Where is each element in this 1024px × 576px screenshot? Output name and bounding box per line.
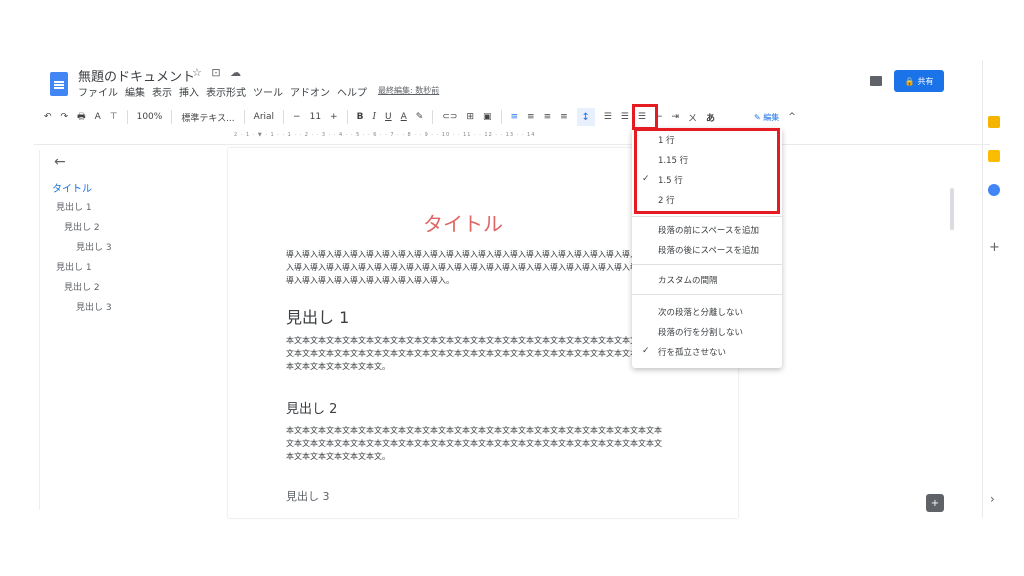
share-button[interactable]: 🔒 共有	[894, 70, 944, 92]
menu-format[interactable]: 表示形式	[206, 84, 246, 99]
divider	[126, 110, 128, 124]
outline-item-h1[interactable]: 見出し 1	[56, 260, 92, 273]
underline-button[interactable]: U	[385, 112, 392, 122]
font-size-decrease-button[interactable]: −	[293, 112, 301, 122]
divider	[632, 294, 782, 295]
toolbar: ↶ ↷ 🖶 A ⊤ 100% 標準テキス... Arial − 11 + B I…	[44, 106, 964, 128]
menu-view[interactable]: 表示	[152, 84, 172, 99]
heading-1: 見出し 1	[286, 308, 350, 327]
bold-button[interactable]: B	[357, 112, 364, 122]
body-paragraph: 本文本文本文本文本文本文本文本文本文本文本文本文本文本文本文本文本文本文本文本文…	[286, 426, 662, 461]
undo-icon[interactable]: ↶	[44, 112, 52, 122]
body-paragraph: 本文本文本文本文本文本文本文本文本文本文本文本文本文本文本文本文本文本文本文本文…	[286, 336, 662, 371]
side-panel-divider	[982, 60, 983, 518]
outline-item-h3[interactable]: 見出し 3	[76, 300, 112, 313]
input-tools-button[interactable]: あ	[706, 111, 715, 124]
menu-addons[interactable]: アドオン	[290, 84, 330, 99]
menu-item-add-space-before[interactable]: 段落の前にスペースを追加	[658, 224, 759, 236]
highlight-box-options	[634, 128, 780, 214]
font-select[interactable]: Arial	[254, 112, 274, 122]
explore-button[interactable]: +	[926, 494, 944, 512]
redo-icon[interactable]: ↷	[61, 112, 69, 122]
last-edit-link[interactable]: 最終編集: 数秒前	[378, 84, 439, 99]
insert-image-icon[interactable]: ▣	[483, 112, 492, 122]
print-icon[interactable]: 🖶	[77, 109, 86, 125]
line-spacing-button[interactable]: ↕	[576, 108, 595, 126]
add-on-plus-icon[interactable]: +	[989, 240, 1000, 255]
menu-help[interactable]: ヘルプ	[337, 84, 367, 99]
menu-item-custom-spacing[interactable]: カスタムの間隔	[658, 274, 718, 286]
menu-item-add-space-after[interactable]: 段落の後にスペースを追加	[658, 244, 759, 256]
horizontal-ruler[interactable]: 2 · 1 · ▼ · 1 · · 1 · · 2 · · 3 · · 4 · …	[234, 132, 644, 140]
comment-history-icon[interactable]	[870, 76, 882, 86]
menu-bar: ファイル 編集 表示 挿入 表示形式 ツール アドオン ヘルプ 最終編集: 数秒…	[78, 84, 439, 99]
chevron-right-icon[interactable]: ›	[990, 492, 995, 506]
share-label: 共有	[917, 76, 934, 86]
paint-format-icon[interactable]: ⊤	[110, 112, 118, 122]
divider	[432, 110, 434, 124]
doc-title-text: タイトル	[423, 212, 503, 236]
menu-file[interactable]: ファイル	[78, 84, 118, 99]
tasks-icon[interactable]	[988, 184, 1000, 196]
lock-icon: 🔒	[904, 76, 915, 86]
divider	[34, 144, 990, 145]
checklist-icon[interactable]: ☰	[604, 112, 612, 122]
check-icon: ✓	[642, 346, 650, 356]
menu-item-keep-lines-together[interactable]: 段落の行を分割しない	[658, 326, 743, 338]
back-arrow-icon[interactable]: ←	[54, 154, 66, 170]
divider	[632, 216, 782, 217]
font-size-increase-button[interactable]: +	[330, 112, 338, 122]
document-title[interactable]: 無題のドキュメント	[78, 66, 195, 85]
spellcheck-icon[interactable]: A	[95, 112, 101, 122]
menu-item-keep-with-next[interactable]: 次の段落と分離しない	[658, 306, 743, 318]
keep-icon[interactable]	[988, 150, 1000, 162]
outline-item-h3[interactable]: 見出し 3	[76, 240, 112, 253]
zoom-select[interactable]: 100%	[137, 112, 163, 122]
editing-mode-select[interactable]: ✎ 編集	[754, 112, 779, 123]
outline-item-h2[interactable]: 見出し 2	[64, 280, 100, 293]
menu-item-prevent-widow[interactable]: 行を孤立させない	[658, 346, 726, 358]
highlight-color-icon[interactable]: ✎	[416, 112, 424, 122]
divider	[632, 264, 782, 265]
divider	[171, 110, 173, 124]
menu-edit[interactable]: 編集	[125, 84, 145, 99]
star-move-cloud-icons[interactable]: ☆ ⊡ ☁	[192, 66, 244, 79]
intro-paragraph: 導入導入導入導入導入導入導入導入導入導入導入導入導入導入導入導入導入導入導入導入…	[286, 250, 662, 285]
clear-formatting-icon[interactable]: ㄨ	[688, 111, 697, 124]
divider	[500, 110, 502, 124]
divider	[346, 110, 348, 124]
align-left-icon[interactable]: ≡	[511, 112, 519, 122]
align-justify-icon[interactable]: ≡	[560, 112, 568, 122]
docs-logo-icon[interactable]	[50, 72, 68, 96]
heading-3: 見出し 3	[286, 490, 330, 503]
calendar-icon[interactable]	[988, 116, 1000, 128]
bulleted-list-icon[interactable]: ☰	[621, 112, 629, 122]
collapse-menu-icon[interactable]: ^	[788, 112, 796, 122]
divider	[283, 110, 285, 124]
scrollbar[interactable]	[950, 188, 954, 230]
font-size-input[interactable]: 11	[310, 112, 321, 122]
divider	[243, 110, 245, 124]
increase-indent-icon[interactable]: ⇥	[671, 112, 679, 122]
style-select[interactable]: 標準テキス...	[181, 111, 234, 124]
outline-item-h1[interactable]: 見出し 1	[56, 200, 92, 213]
google-docs-window: 無題のドキュメント ☆ ⊡ ☁ ファイル 編集 表示 挿入 表示形式 ツール ア…	[34, 60, 1000, 518]
link-icon[interactable]: ⊂⊃	[442, 112, 457, 122]
text-color-button[interactable]: A	[401, 112, 407, 122]
align-right-icon[interactable]: ≡	[544, 112, 552, 122]
outline-item-title[interactable]: タイトル	[52, 180, 92, 195]
vertical-ruler[interactable]	[34, 150, 40, 510]
menu-insert[interactable]: 挿入	[179, 84, 199, 99]
heading-2: 見出し 2	[286, 402, 338, 417]
italic-button[interactable]: I	[372, 112, 376, 122]
menu-tools[interactable]: ツール	[253, 84, 283, 99]
outline-item-h2[interactable]: 見出し 2	[64, 220, 100, 233]
align-center-icon[interactable]: ≡	[527, 112, 535, 122]
add-comment-icon[interactable]: ⊞	[466, 112, 474, 122]
highlight-box-button	[632, 104, 658, 130]
